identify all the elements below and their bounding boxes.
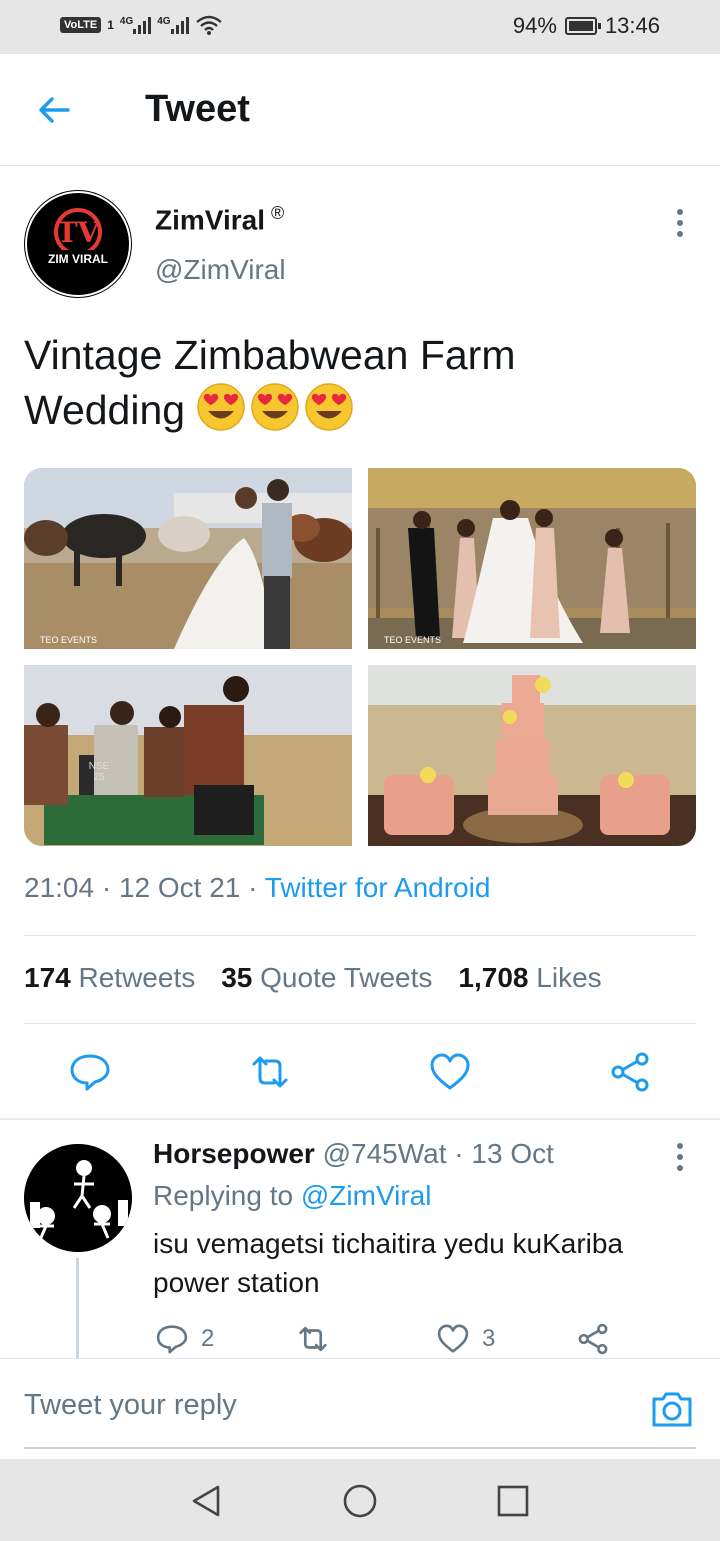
- retweets-count: 174: [24, 962, 71, 993]
- photo-watermark: TEO EVENTS: [40, 635, 98, 645]
- photo-wedding-cakes[interactable]: [368, 665, 696, 846]
- share-icon[interactable]: [608, 1050, 652, 1094]
- heart-eyes-emoji: [197, 383, 246, 431]
- replying-to: Replying to @ZimViral: [153, 1180, 431, 1212]
- reply-icon[interactable]: [68, 1050, 112, 1094]
- media-grid: TEO EVENTS TEO EVENTS NSE 25: [24, 468, 696, 846]
- tweet-text: Vintage Zimbabwean Farm Wedding: [24, 328, 684, 437]
- reply-retweet-action[interactable]: [296, 1322, 330, 1356]
- retweet-icon[interactable]: [248, 1050, 292, 1094]
- more-options-icon[interactable]: [668, 1140, 692, 1174]
- reply-author-handle[interactable]: @745Wat: [323, 1138, 447, 1169]
- reply-like-action[interactable]: 3: [436, 1322, 495, 1356]
- thread-line: [76, 1258, 79, 1358]
- nav-home-icon[interactable]: [340, 1481, 380, 1521]
- signal-icon: 4G: [157, 16, 189, 34]
- quotes-stat[interactable]: 35 Quote Tweets: [221, 962, 432, 994]
- tweet-date: 12 Oct 21: [118, 872, 241, 903]
- reply-header: Horsepower @745Wat · 13 Oct: [153, 1138, 554, 1169]
- clock: 13:46: [604, 13, 660, 38]
- network-type: 4G: [119, 16, 134, 27]
- back-arrow-icon[interactable]: [34, 90, 74, 130]
- emoji-row: [196, 383, 358, 433]
- tweet-source-link[interactable]: Twitter for Android: [265, 872, 491, 903]
- photo-bridal-party[interactable]: TEO EVENTS: [368, 468, 696, 649]
- quotes-label: Quote Tweets: [260, 962, 433, 993]
- section-divider: [0, 1118, 720, 1120]
- status-bar: VoLTE 1 4G 4G 94% 13:46: [0, 0, 720, 54]
- signal-icon: 4G: [119, 16, 152, 34]
- battery-percent: 94%: [512, 13, 557, 38]
- tweet-meta: 21:04 · 12 Oct 21 · Twitter for Android: [24, 872, 491, 903]
- cartoon-avatar-icon: [24, 1144, 132, 1252]
- heart-eyes-emoji: [251, 383, 300, 431]
- retweets-label: Retweets: [78, 962, 196, 993]
- reply-reply-action[interactable]: 2: [155, 1322, 214, 1356]
- status-right: 94% 13:46: [513, 13, 660, 39]
- likes-stat[interactable]: 1,708 Likes: [458, 962, 601, 994]
- like-count: 3: [482, 1325, 496, 1352]
- input-underline: [24, 1447, 696, 1449]
- reply-share-action[interactable]: [576, 1322, 610, 1356]
- reply-avatar[interactable]: [24, 1144, 132, 1252]
- like-icon[interactable]: [428, 1050, 472, 1094]
- tweet-stats: 174 Retweets 35 Quote Tweets 1,708 Likes: [24, 962, 602, 994]
- author-handle[interactable]: @ZimViral: [155, 254, 286, 286]
- reply-icon: [156, 1325, 188, 1354]
- reply-input[interactable]: Tweet your reply: [24, 1389, 237, 1422]
- likes-label: Likes: [536, 962, 602, 993]
- system-nav-bar: [0, 1459, 720, 1541]
- more-options-icon[interactable]: [668, 206, 692, 240]
- like-icon: [437, 1324, 469, 1353]
- divider: [24, 935, 696, 936]
- heart-eyes-emoji: [305, 383, 354, 431]
- author-display-name: ZimViral: [155, 204, 265, 236]
- network-type: 4G: [157, 16, 171, 27]
- cart-plate: NSE 25: [88, 761, 110, 783]
- status-left: VoLTE 1 4G 4G: [60, 14, 223, 36]
- divider: [24, 1023, 696, 1024]
- top-app-bar: Tweet: [0, 54, 720, 166]
- photo-couple-with-cattle[interactable]: TEO EVENTS: [24, 468, 352, 649]
- photo-groomsmen-cart[interactable]: NSE 25: [24, 665, 352, 846]
- avatar[interactable]: TV ZIM VIRAL: [24, 190, 132, 298]
- wifi-icon: [195, 15, 222, 35]
- reply-text: isu vemagetsi tichaitira yedu kuKariba p…: [153, 1228, 624, 1298]
- reply-date: 13 Oct: [471, 1138, 554, 1169]
- reply-composer: Tweet your reply: [0, 1358, 720, 1459]
- likes-count: 1,708: [458, 962, 529, 993]
- nav-recents-icon[interactable]: [493, 1481, 533, 1521]
- share-icon: [578, 1323, 608, 1355]
- sim-indicator: 1: [107, 18, 114, 32]
- reply-author-name[interactable]: Horsepower: [153, 1138, 315, 1169]
- retweets-stat[interactable]: 174 Retweets: [24, 962, 195, 994]
- camera-icon[interactable]: [650, 1387, 694, 1431]
- nav-back-icon[interactable]: [186, 1481, 226, 1521]
- avatar-logo-subtext: ZIM VIRAL: [48, 252, 108, 266]
- replying-to-mention[interactable]: @ZimViral: [301, 1180, 432, 1211]
- photo-watermark: TEO EVENTS: [384, 635, 442, 645]
- volte-badge: VoLTE: [60, 17, 102, 33]
- retweet-icon: [299, 1326, 327, 1352]
- avatar-logo-text: TV: [56, 216, 100, 249]
- tweet-time: 21:04: [24, 872, 95, 903]
- page-title: Tweet: [145, 88, 250, 130]
- battery-icon: [564, 17, 601, 35]
- quotes-count: 35: [221, 962, 253, 993]
- author-name[interactable]: ZimViral ®: [155, 203, 284, 236]
- reply-count: 2: [201, 1325, 215, 1352]
- replying-to-label: Replying to: [153, 1180, 294, 1211]
- registered-mark: ®: [270, 203, 285, 223]
